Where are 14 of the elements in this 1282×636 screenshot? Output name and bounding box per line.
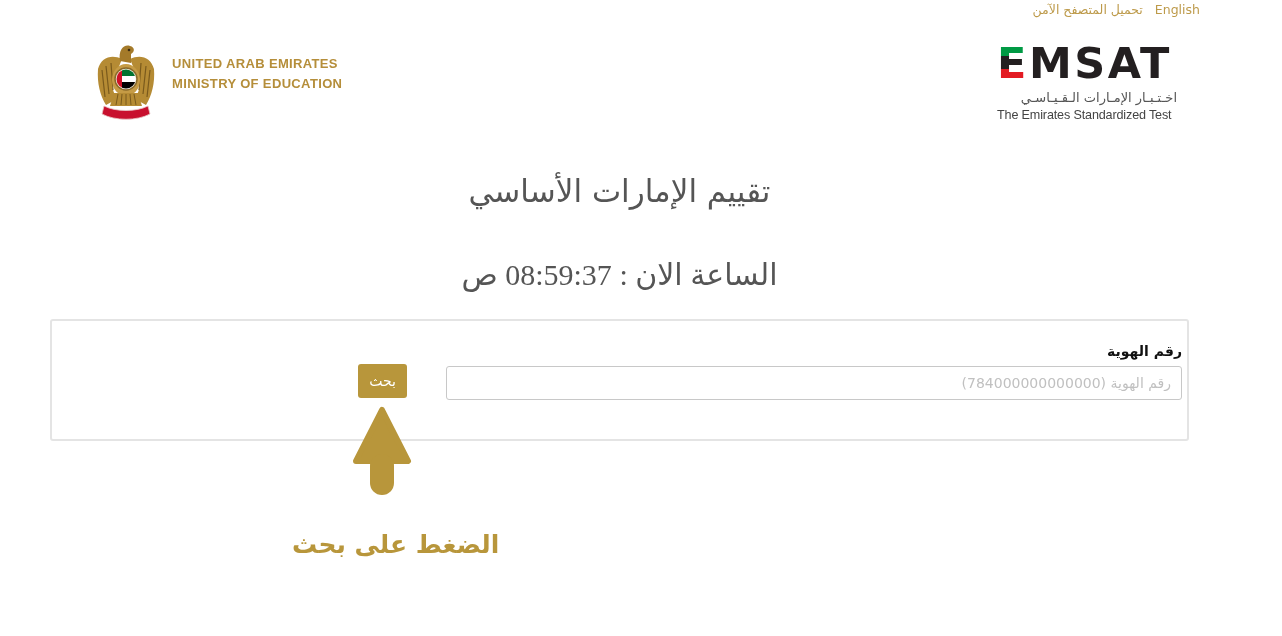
logo-tagline: اخـتـبـار الإمـارات الـقـيـاسـي <box>1019 89 1177 107</box>
page-title: تقييم الإمارات الأساسي <box>467 171 772 211</box>
id-number-field[interactable]: رقم الهوية (784000000000000) <box>446 366 1182 400</box>
ministry-name: UNITED ARAB EMIRATES <box>172 55 339 73</box>
logo-tagline: The Emirates Standardized Test <box>997 107 1173 123</box>
clock-text: الساعة الان : 08:59:37 ص <box>460 257 779 294</box>
header-link[interactable]: تحميل المتصفح الآمن <box>1032 1 1143 19</box>
header-link[interactable]: English <box>1154 1 1200 19</box>
up-arrow-icon <box>352 406 412 496</box>
field-label: رقم الهوية <box>1106 342 1182 360</box>
search-button[interactable]: بحث <box>358 364 407 398</box>
instruction-text: الضغط على بحث <box>292 529 500 561</box>
ministry-name: MINISTRY OF EDUCATION <box>172 75 343 93</box>
emsat-logo: EMSAT <box>997 42 1173 85</box>
